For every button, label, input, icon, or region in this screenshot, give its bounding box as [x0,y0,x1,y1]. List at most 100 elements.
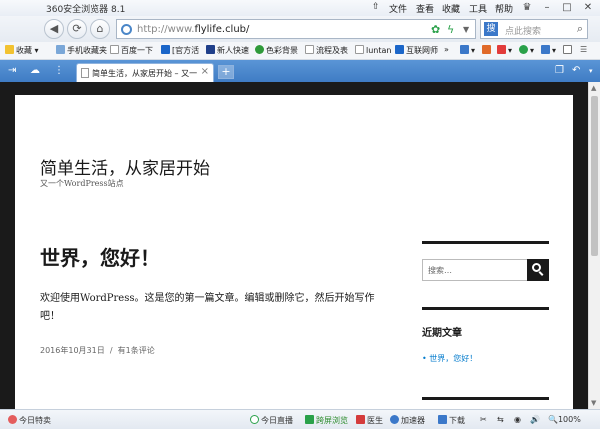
refresh-button[interactable]: ⟳ [67,19,87,39]
favorites-button[interactable]: 收藏 ▾ [5,45,39,56]
bookmark-item[interactable]: [官方活 [161,45,199,56]
download-icon [438,415,447,424]
cross-screen-button[interactable]: 跨屏浏览 [305,415,348,426]
site-description: 又一个WordPress站点 [40,179,124,188]
tab-bar: ⇥ ☁ ⋮ 简单生活，从家居开始 – 又一 × + ❐ ↶ ▾ [0,60,600,82]
bookmark-item[interactable]: 百度一下 [110,45,153,56]
scroll-up-icon[interactable]: ▲ [591,84,596,92]
close-button[interactable]: ✕ [578,0,598,16]
gift-icon [8,415,17,424]
undo-close-icon[interactable]: ↶ [572,65,580,76]
bookmark-item[interactable]: 流程及表 [305,45,348,56]
bookmark-item[interactable]: 色彩背景 [255,45,298,56]
menu-tools[interactable]: 工具 [469,2,487,15]
sidebar-arrow-icon[interactable]: ⇥ [8,65,16,76]
leaf-icon [255,45,264,54]
menu-file[interactable]: 文件 [389,2,407,15]
home-button[interactable]: ⌂ [90,19,110,39]
security-icon[interactable]: ✿ [431,23,440,36]
daily-deals-button[interactable]: 今日特卖 [8,415,51,426]
search-icon[interactable]: ⌕ [577,22,583,36]
menu-help[interactable]: 帮助 [495,2,513,15]
menu-icon[interactable]: ☰ [580,45,587,54]
speed-mode-icon[interactable]: ϟ [447,23,454,36]
download-button[interactable]: 下载 [438,415,465,426]
rocket-icon [390,415,399,424]
scroll-down-icon[interactable]: ▼ [591,399,596,407]
accelerator-button[interactable]: 加速器 [390,415,425,426]
screenshot-icon[interactable]: ✂ [480,415,487,424]
bookmark-item[interactable]: 新人快速 [206,45,249,56]
bookmark-item[interactable]: 互联网师 [395,45,438,56]
translate-status-icon[interactable]: ⇆ [497,415,504,424]
widget-divider [422,241,549,244]
search-engine-icon[interactable]: 搜 [484,22,498,36]
post-meta: 2016年10月31日 / 有1条评论 [40,345,155,356]
maximize-button[interactable]: □ [558,0,576,16]
security-status-icon[interactable]: ◉ [514,415,521,424]
menu-favorites[interactable]: 收藏 [442,2,460,15]
grid-icon[interactable] [482,45,493,55]
translate-icon[interactable]: ▾ [541,45,556,55]
skin-icon[interactable]: ♛ [518,0,536,16]
tab-dropdown-icon[interactable]: ▾ [589,67,593,75]
widget-divider [422,397,549,400]
doctor-button[interactable]: 医生 [356,415,383,426]
search-box[interactable]: 搜 点此搜索 ⌕ [480,19,588,39]
apps-icon[interactable]: ▾ [460,45,475,55]
navigation-bar: ◀ ⟳ ⌂ http://www.flylife.club/ ✿ ϟ ▼ 搜 点… [0,16,600,42]
bookmark-item[interactable]: luntan [355,45,391,55]
page-body: 简单生活，从家居开始 又一个WordPress站点 世界，您好！ 欢迎使用Wor… [15,95,573,409]
sidebar-search-button[interactable] [527,259,549,281]
close-tab-icon[interactable]: × [201,66,209,77]
star-icon [5,45,14,54]
tab-title: 简单生活，从家居开始 – 又一 [92,69,197,78]
sidebar-search-input[interactable]: 搜索… [422,259,549,281]
recent-posts-title: 近期文章 [422,328,462,339]
sound-icon[interactable]: 🔊 [530,415,540,424]
globe-icon [121,24,132,35]
post-date[interactable]: 2016年10月31日 [40,346,105,355]
site-icon [206,45,215,54]
page-icon [355,45,364,54]
more-bookmarks-icon[interactable]: » [444,45,449,54]
page-icon [81,68,89,78]
dropdown-arrow-icon[interactable]: ▼ [463,25,469,34]
url-prefix: http://www. [137,24,195,35]
list-icon[interactable]: ⋮ [54,65,64,76]
restore-icon[interactable]: ❐ [555,65,564,76]
app-title: 360安全浏览器 8.1 [46,5,126,15]
meta-separator: / [109,346,113,355]
menu-view[interactable]: 查看 [416,2,434,15]
new-tab-button[interactable]: + [218,65,234,79]
live-button[interactable]: 今日直播 [250,415,293,426]
adblock-icon[interactable]: ▾ [497,45,512,55]
widget-divider [422,307,549,310]
tab-active[interactable]: 简单生活，从家居开始 – 又一 × [76,63,214,82]
scrollbar[interactable]: ▲ ▼ [588,82,600,409]
minimize-button[interactable]: – [538,0,556,16]
url-domain: flylife.club/ [194,24,250,35]
screen-icon [305,415,314,424]
phone-icon [56,45,65,54]
recent-post-link[interactable]: • 世界，您好！ [422,353,477,364]
shield-icon[interactable]: ▾ [519,45,534,55]
site-icon [161,45,170,54]
bookmarks-bar: 收藏 ▾ 手机收藏夹 百度一下 [官方活 新人快速 色彩背景 流程及表 lunt… [0,42,600,60]
site-title[interactable]: 简单生活，从家居开始 [40,154,210,179]
cloud-icon[interactable]: ☁ [30,65,40,76]
scrollbar-thumb[interactable] [591,96,598,256]
menu-pin-icon[interactable]: ⇧ [372,2,380,12]
bookmark-item[interactable]: 手机收藏夹 [56,45,107,56]
back-button[interactable]: ◀ [44,19,64,39]
address-text[interactable]: http://www.flylife.club/ [137,24,249,35]
web-content: 简单生活，从家居开始 又一个WordPress站点 世界，您好！ 欢迎使用Wor… [0,82,588,409]
address-bar[interactable]: http://www.flylife.club/ ✿ ϟ ▼ [116,19,476,39]
post-comments-link[interactable]: 有1条评论 [118,346,155,355]
zoom-control[interactable]: 🔍100% [548,415,581,424]
title-bar: 360安全浏览器 8.1 ⇧ 文件 查看 收藏 工具 帮助 ♛ – □ ✕ [0,0,600,16]
mail-icon[interactable] [563,45,574,55]
site-icon [395,45,404,54]
search-placeholder: 点此搜索 [505,27,542,37]
post-title[interactable]: 世界，您好！ [40,242,160,271]
